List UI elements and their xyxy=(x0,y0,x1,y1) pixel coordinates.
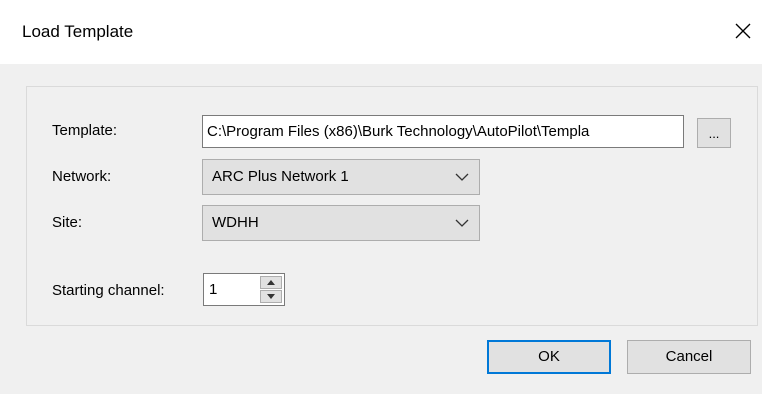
stepper-arrows xyxy=(260,276,282,303)
network-dropdown[interactable]: ARC Plus Network 1 xyxy=(202,159,480,195)
site-selected-value: WDHH xyxy=(212,214,259,231)
window-title: Load Template xyxy=(22,22,134,41)
load-template-dialog: Load Template Template: C:\Program Files… xyxy=(0,0,762,394)
site-dropdown[interactable]: WDHH xyxy=(202,205,480,241)
stepper-down-button[interactable] xyxy=(260,290,282,303)
browse-button[interactable]: ... xyxy=(697,118,731,148)
ok-button[interactable]: OK xyxy=(487,340,611,374)
title-bar: Load Template xyxy=(0,0,762,64)
starting-channel-label: Starting channel: xyxy=(52,282,165,299)
template-label: Template: xyxy=(52,122,118,139)
chevron-down-icon xyxy=(455,219,469,227)
template-path-input[interactable]: C:\Program Files (x86)\Burk Technology\A… xyxy=(202,115,684,148)
network-label: Network: xyxy=(52,168,112,185)
network-selected-value: ARC Plus Network 1 xyxy=(212,168,349,185)
close-icon xyxy=(735,23,751,39)
cancel-button[interactable]: Cancel xyxy=(627,340,751,374)
starting-channel-value: 1 xyxy=(209,281,218,298)
site-label: Site: xyxy=(52,214,83,231)
triangle-up-icon xyxy=(267,280,275,285)
triangle-down-icon xyxy=(267,294,275,299)
chevron-down-icon xyxy=(455,173,469,181)
starting-channel-stepper[interactable]: 1 xyxy=(203,273,285,306)
stepper-up-button[interactable] xyxy=(260,276,282,289)
close-button[interactable] xyxy=(726,14,760,48)
